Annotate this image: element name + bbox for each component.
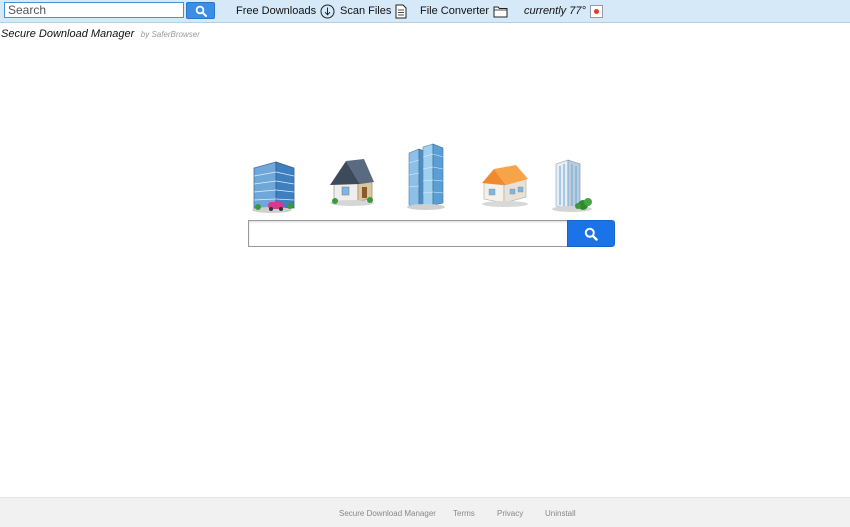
skyscraper-icon[interactable]	[405, 143, 447, 211]
weather-widget[interactable]: currently 77°	[524, 3, 603, 19]
free-downloads-link[interactable]: Free Downloads	[236, 3, 335, 19]
footer-link-privacy[interactable]: Privacy	[497, 509, 523, 518]
brand-name: Secure Download Manager	[1, 28, 135, 40]
office-building-icon[interactable]	[250, 160, 298, 214]
weather-icon	[589, 4, 603, 18]
scan-files-link[interactable]: Scan Files	[340, 3, 407, 19]
footer-link-secure-download-manager[interactable]: Secure Download Manager	[339, 509, 436, 518]
document-icon	[395, 4, 407, 18]
toolbar-search-input[interactable]	[4, 2, 184, 18]
free-downloads-label: Free Downloads	[236, 5, 317, 17]
top-toolbar: Free Downloads Scan Files File Converter…	[0, 0, 850, 23]
search-icon	[195, 5, 207, 17]
scan-files-label: Scan Files	[340, 5, 392, 17]
footer-link-uninstall[interactable]: Uninstall	[545, 509, 576, 518]
main-search-button[interactable]	[567, 220, 615, 247]
footer-link-terms[interactable]: Terms	[453, 509, 475, 518]
weather-text: currently 77°	[524, 5, 586, 17]
file-converter-label: File Converter	[420, 5, 490, 17]
toolbar-search-button[interactable]	[186, 2, 215, 19]
tower-icon[interactable]	[550, 158, 598, 214]
search-icon	[584, 227, 598, 241]
house-icon[interactable]	[328, 157, 376, 207]
file-converter-link[interactable]: File Converter	[420, 3, 508, 19]
orange-roof-house-icon[interactable]	[480, 163, 530, 208]
brand-by: by SaferBrowser	[140, 30, 200, 39]
download-icon	[320, 4, 335, 18]
footer: Secure Download Manager Terms Privacy Un…	[0, 497, 850, 527]
folder-icon	[493, 6, 508, 17]
brand: Secure Download Manager by SaferBrowser	[1, 24, 200, 42]
main-search-input[interactable]	[248, 220, 568, 247]
